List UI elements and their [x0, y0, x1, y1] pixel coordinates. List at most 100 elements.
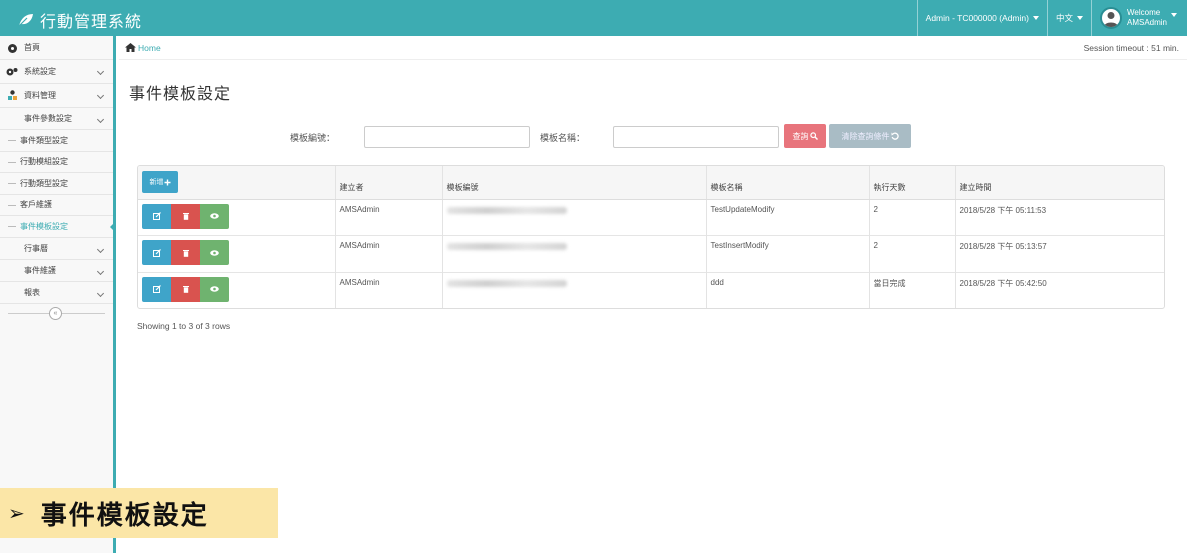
collapse-sidebar-button[interactable]: «	[49, 306, 62, 320]
edit-icon	[152, 285, 161, 293]
table-header-row: 新增 建立者 模板編號 模板名稱 執行天數 建立時間	[138, 166, 1164, 200]
redacted-value	[446, 243, 567, 250]
actions-header: 新增	[138, 166, 335, 200]
breadcrumb-home-link[interactable]: Home	[138, 43, 161, 53]
delete-button[interactable]	[171, 240, 200, 265]
trash-icon	[182, 249, 189, 257]
sidebar-item-label: 事件模板設定	[20, 221, 68, 231]
redacted-value	[446, 279, 567, 287]
language-dropdown[interactable]: 中文	[1046, 0, 1091, 36]
sidebar-item-label: 首頁	[24, 43, 40, 52]
leaf-icon	[18, 14, 33, 27]
language-label: 中文	[1055, 13, 1073, 23]
edit-button[interactable]	[142, 240, 171, 265]
cell-creator: AMSAdmin	[334, 235, 442, 272]
row-actions	[138, 236, 335, 273]
brand[interactable]: 行動管理系統	[18, 8, 142, 32]
sidebar-item-label: 行動類型設定	[20, 178, 68, 188]
caption-text: 事件模板設定	[40, 500, 209, 531]
sidebar-item-label: 行動模組設定	[20, 157, 68, 167]
clear-search-label: 清除查詢條件	[841, 131, 890, 141]
user-menu[interactable]: Welcome AMSAdmin	[1090, 0, 1187, 36]
dashboard-icon	[6, 42, 18, 54]
chevron-down-icon	[96, 115, 105, 124]
column-header-template-code[interactable]: 模板編號	[441, 166, 706, 200]
search-form: 模板編號： 模板名稱： 查詢 清除查詢條件	[119, 124, 1187, 150]
sidebar-item-customer[interactable]: 客戶維護	[0, 195, 113, 216]
double-chevron-left-icon: «	[53, 309, 58, 317]
edit-icon	[152, 248, 161, 257]
view-button[interactable]	[200, 203, 229, 229]
plus-icon	[164, 179, 170, 185]
sidebar-item-event-type[interactable]: 事件類型設定	[0, 130, 113, 152]
delete-button[interactable]	[171, 276, 200, 302]
sidebar-item-home[interactable]: 首頁	[0, 36, 113, 60]
caret-down-icon	[1076, 16, 1083, 20]
gears-icon	[6, 66, 18, 78]
welcome-block: Welcome AMSAdmin	[1127, 8, 1167, 28]
user-icon	[1103, 12, 1118, 27]
eye-icon	[210, 249, 219, 256]
edit-button[interactable]	[142, 203, 171, 229]
undo-icon	[891, 132, 899, 140]
trash-icon	[182, 213, 189, 220]
cell-created-time: 2018/5/28 下午 05:13:57	[954, 235, 1164, 272]
delete-button[interactable]	[171, 203, 200, 229]
cell-days: 2	[868, 199, 955, 236]
template-name-label: 模板名稱：	[540, 133, 586, 143]
cell-creator: AMSAdmin	[334, 199, 442, 236]
chevron-down-icon	[96, 245, 105, 253]
sidebar-item-calendar[interactable]: 行事曆	[0, 238, 113, 260]
admin-label: Admin - TC000000 (Admin)	[925, 13, 1029, 23]
sidebar-collapse-row: «	[0, 304, 113, 322]
add-template-button[interactable]: 新增	[142, 171, 178, 193]
sidebar-item-event-params[interactable]: 事件參數設定	[0, 108, 113, 130]
sidebar: 首頁 系統設定 資料管理 事件參數設定 事件類型設定 行動模組設定 行動類型設定…	[0, 36, 116, 553]
sidebar-item-label: 行事曆	[24, 243, 48, 253]
sidebar-item-label: 事件維護	[24, 265, 56, 275]
admin-dropdown[interactable]: Admin - TC000000 (Admin)	[916, 0, 1047, 36]
template-table: 新增 建立者 模板編號 模板名稱 執行天數 建立時間 AMSAdmin Test…	[137, 165, 1165, 309]
sidebar-item-data-management[interactable]: 資料管理	[0, 84, 113, 108]
sidebar-item-action-module[interactable]: 行動模組設定	[0, 152, 113, 173]
app-title: 行動管理系統	[40, 14, 143, 31]
user-name: AMSAdmin	[1126, 18, 1167, 27]
column-header-created-time[interactable]: 建立時間	[954, 166, 1164, 200]
column-header-days[interactable]: 執行天數	[868, 166, 955, 200]
edit-button[interactable]	[142, 276, 171, 302]
top-nav: Admin - TC000000 (Admin) 中文 Welcome AMSA…	[916, 0, 1187, 36]
home-icon	[125, 43, 136, 52]
arrow-icon: ➢	[8, 501, 27, 525]
row-actions	[138, 199, 335, 236]
sidebar-item-event-maintenance[interactable]: 事件維護	[0, 260, 113, 282]
template-name-input[interactable]	[613, 126, 779, 148]
template-code-input[interactable]	[364, 126, 530, 148]
session-timeout: Session timeout : 51 min.	[1083, 43, 1179, 53]
sidebar-item-event-template[interactable]: 事件模板設定	[0, 216, 116, 238]
top-bar: 行動管理系統 Admin - TC000000 (Admin) 中文 Welco…	[0, 0, 1187, 36]
sidebar-item-system-settings[interactable]: 系統設定	[0, 60, 113, 84]
clear-search-button[interactable]: 清除查詢條件	[829, 124, 911, 148]
column-header-template-name[interactable]: 模板名稱	[705, 166, 869, 200]
cell-template-name: TestUpdateModify	[705, 199, 869, 236]
eye-icon	[210, 286, 219, 292]
sidebar-item-reports[interactable]: 報表	[0, 282, 113, 304]
template-code-label: 模板編號：	[290, 133, 336, 143]
page-title: 事件模板設定	[129, 86, 232, 103]
cell-template-name: TestInsertModify	[705, 235, 869, 272]
add-button-label: 新增	[149, 179, 164, 186]
chevron-down-icon	[96, 267, 105, 275]
redacted-value	[446, 206, 567, 214]
cell-template-name: ddd	[705, 272, 869, 308]
trash-icon	[182, 286, 189, 293]
search-button-label: 查詢	[792, 131, 809, 141]
sitemap-icon	[6, 90, 18, 102]
row-actions	[138, 272, 335, 308]
cell-days: 2	[868, 235, 955, 272]
sidebar-item-label: 報表	[24, 287, 40, 297]
search-button[interactable]: 查詢	[784, 124, 826, 148]
view-button[interactable]	[200, 240, 229, 265]
column-header-creator[interactable]: 建立者	[334, 166, 442, 200]
sidebar-item-action-type[interactable]: 行動類型設定	[0, 173, 113, 195]
view-button[interactable]	[200, 276, 229, 302]
